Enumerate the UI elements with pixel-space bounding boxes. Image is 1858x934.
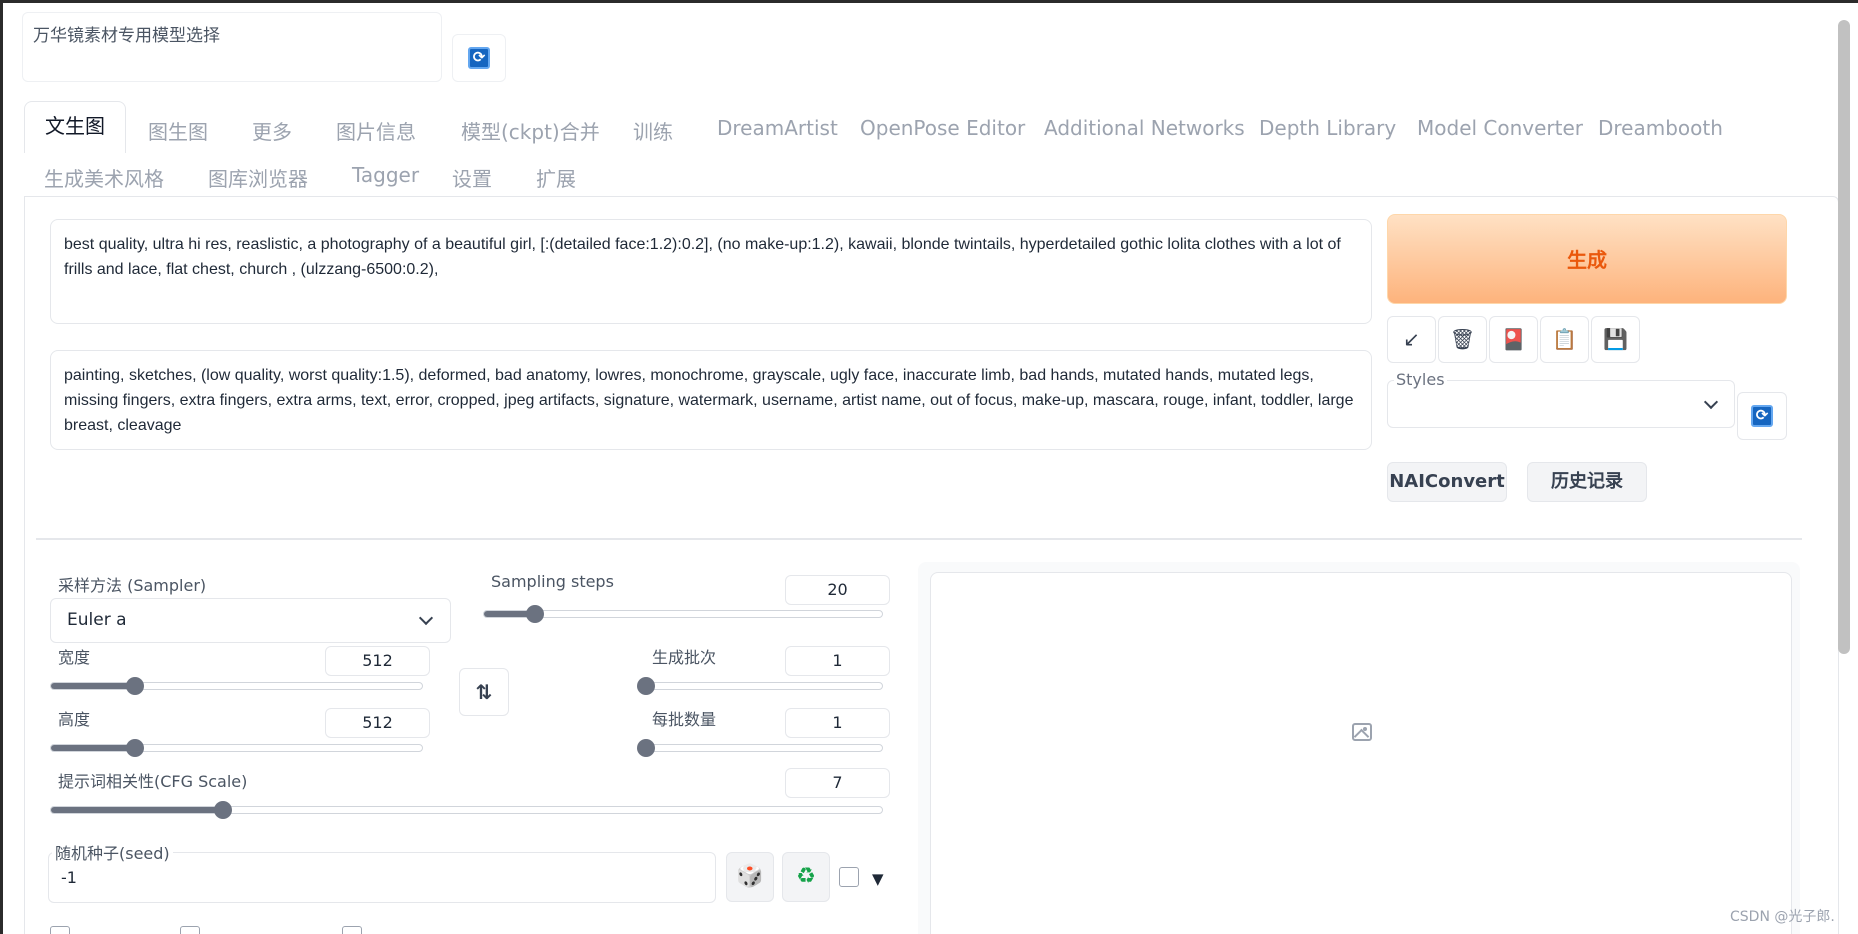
steps-slider[interactable] (483, 605, 883, 623)
batch-size-number-input[interactable]: 1 (785, 708, 890, 738)
width-slider[interactable] (50, 677, 423, 695)
tool-button-card[interactable]: 🎴 (1489, 316, 1538, 363)
batch-size-label: 每批数量 (652, 710, 717, 729)
tab-14[interactable]: Tagger (352, 163, 419, 187)
steps-label: Sampling steps (491, 572, 614, 591)
tab-12[interactable]: 生成美术风格 (44, 163, 164, 192)
model-selector[interactable]: 万华镜素材专用模型选择 (22, 12, 442, 82)
seed-label: 随机种子(seed) (52, 840, 173, 864)
styles-dropdown[interactable]: Styles (1387, 368, 1735, 428)
width-label: 宽度 (58, 648, 91, 667)
cfg-label: 提示词相关性(CFG Scale) (58, 772, 248, 791)
model-refresh-button[interactable]: ⟳ (452, 34, 506, 82)
page-scrollbar[interactable] (1838, 20, 1850, 654)
tool-button-trash[interactable]: 🗑 (1438, 316, 1487, 363)
naiconvert-button[interactable]: NAIConvert (1387, 462, 1507, 502)
batch-count-label: 生成批次 (652, 648, 717, 667)
arrow-down-left-icon: ↙ (1403, 327, 1420, 351)
tab-16[interactable]: 扩展 (536, 163, 576, 192)
watermark: CSDN @光子郎. (1730, 909, 1835, 925)
batch-count-number-input[interactable]: 1 (785, 646, 890, 676)
sampler-label: 采样方法 (Sampler) (58, 576, 207, 595)
window-top-border (0, 0, 1858, 3)
height-slider[interactable] (50, 739, 423, 757)
swap-dimensions-button[interactable]: ⇅ (459, 668, 509, 716)
card-icon: 🎴 (1501, 327, 1526, 351)
trash-icon: 🗑 (1449, 327, 1476, 351)
tab-9[interactable]: Depth Library (1259, 116, 1396, 140)
height-slider-fill (51, 745, 135, 751)
image-placeholder-icon (1352, 723, 1372, 741)
clipboard-icon: 📋 (1552, 327, 1577, 351)
tab-4[interactable]: 模型(ckpt)合并 (461, 116, 600, 145)
chevron-down-icon (418, 610, 434, 626)
styles-refresh-button[interactable]: ⟳ (1737, 392, 1787, 440)
random-seed-button[interactable]: 🎲 (726, 852, 774, 902)
section-divider (36, 538, 1802, 540)
sampler-value: Euler a (67, 610, 127, 630)
history-button[interactable]: 历史记录 (1527, 462, 1647, 502)
height-label: 高度 (58, 710, 91, 729)
batch-size-slider[interactable] (637, 739, 883, 757)
positive-prompt-input[interactable]: best quality, ultra hi res, reaslistic, … (50, 219, 1372, 324)
tab-6[interactable]: DreamArtist (717, 116, 838, 140)
tool-button-clipboard[interactable]: 📋 (1540, 316, 1589, 363)
height-number-input[interactable]: 512 (325, 708, 430, 738)
batch-count-slider[interactable] (637, 677, 883, 695)
reuse-seed-button[interactable]: ♻ (782, 852, 830, 902)
save-icon: 💾 (1603, 327, 1628, 351)
steps-slider-thumb[interactable] (525, 605, 544, 623)
styles-label: Styles (1394, 370, 1447, 389)
recycle-icon: ♻ (796, 864, 816, 889)
tab-1[interactable]: 图生图 (148, 116, 208, 145)
cfg-slider-fill (51, 807, 223, 813)
batch-count-slider-thumb[interactable] (637, 677, 655, 695)
chevron-down-icon (1703, 394, 1719, 410)
tiling-checkbox[interactable] (180, 926, 200, 934)
extra-seed-checkbox[interactable] (839, 867, 859, 887)
height-slider-thumb[interactable] (125, 739, 144, 757)
tab-8[interactable]: Additional Networks (1044, 116, 1245, 140)
cfg-slider-thumb[interactable] (213, 801, 232, 819)
output-image-area (930, 572, 1792, 934)
swap-icon: ⇅ (475, 680, 493, 704)
expand-triangle-icon[interactable]: ▼ (872, 870, 884, 888)
tab-0[interactable]: 文生图 (24, 101, 126, 153)
tab-11[interactable]: Dreambooth (1598, 116, 1723, 140)
width-number-input[interactable]: 512 (325, 646, 430, 676)
window-left-border (0, 0, 3, 934)
refresh-icon: ⟳ (1751, 405, 1773, 427)
hires-fix-checkbox[interactable] (342, 926, 362, 934)
tab-7[interactable]: OpenPose Editor (860, 116, 1025, 140)
steps-number-input[interactable]: 20 (785, 575, 890, 605)
tab-5[interactable]: 训练 (633, 116, 673, 145)
tab-13[interactable]: 图库浏览器 (208, 163, 308, 192)
generate-button[interactable]: 生成 (1387, 214, 1787, 304)
width-slider-thumb[interactable] (125, 677, 144, 695)
tab-3[interactable]: 图片信息 (336, 116, 416, 145)
batch-size-slider-thumb[interactable] (637, 739, 655, 757)
tool-button-arrow-down-left[interactable]: ↙ (1387, 316, 1436, 363)
sampler-select[interactable]: Euler a (50, 598, 451, 643)
dice-icon: 🎲 (736, 864, 764, 889)
refresh-icon: ⟳ (468, 47, 490, 69)
cfg-number-input[interactable]: 7 (785, 768, 890, 798)
tab-10[interactable]: Model Converter (1417, 116, 1583, 140)
cfg-slider[interactable] (50, 801, 883, 819)
tab-15[interactable]: 设置 (452, 163, 492, 192)
tab-2[interactable]: 更多 (252, 116, 292, 145)
negative-prompt-input[interactable]: painting, sketches, (low quality, worst … (50, 350, 1372, 450)
model-selector-label: 万华镜素材专用模型选择 (33, 26, 220, 46)
tool-button-save[interactable]: 💾 (1591, 316, 1640, 363)
width-slider-fill (51, 683, 135, 689)
restore-faces-checkbox[interactable] (50, 926, 70, 934)
